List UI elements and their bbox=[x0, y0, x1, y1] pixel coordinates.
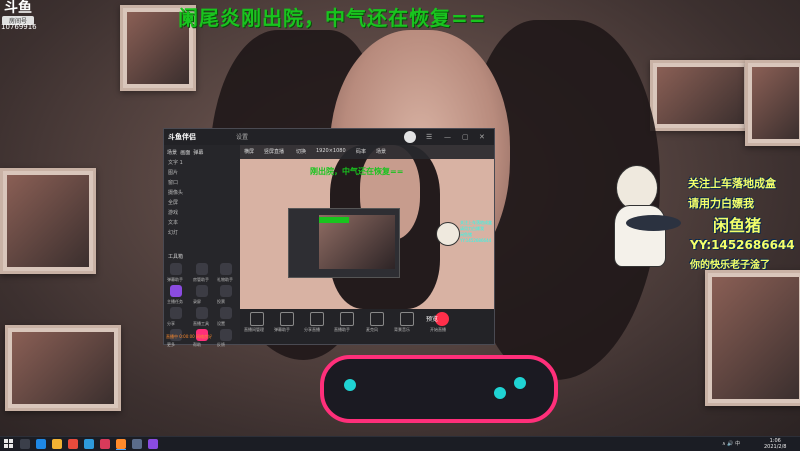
wall-frame bbox=[0, 168, 96, 274]
bottom-tool-icon[interactable] bbox=[250, 312, 264, 326]
source-item[interactable]: 文字 1 bbox=[168, 159, 183, 166]
app-titlebar: 斗鱼伴侣 设置 ☰ — ▢ ✕ bbox=[164, 129, 494, 145]
nested-sticker bbox=[436, 222, 460, 246]
toolbar-item[interactable]: 竖屏直播 bbox=[264, 148, 284, 155]
maximize-icon[interactable]: ▢ bbox=[462, 133, 470, 141]
browser-icon[interactable] bbox=[36, 439, 46, 449]
bottom-tool-icon[interactable] bbox=[310, 312, 324, 326]
nested-title-bar bbox=[319, 217, 349, 223]
source-item[interactable]: 图片 bbox=[168, 169, 178, 176]
game-controller bbox=[320, 355, 558, 423]
stream-app-icon[interactable] bbox=[116, 439, 126, 449]
tool-button[interactable] bbox=[220, 307, 232, 319]
source-item[interactable]: 游戏 bbox=[168, 209, 178, 216]
start-icon[interactable] bbox=[4, 439, 13, 448]
sticker-fish bbox=[626, 215, 681, 231]
settings-badge[interactable]: 设置 bbox=[236, 132, 248, 141]
promo-yy: YY:1452686644 bbox=[690, 238, 795, 252]
wall-frame bbox=[650, 60, 751, 131]
tab-danmu[interactable]: 弹幕 bbox=[193, 150, 203, 156]
microphone-icon[interactable] bbox=[370, 312, 384, 326]
bottom-tool-icon[interactable] bbox=[340, 312, 354, 326]
preview-label: 预览 bbox=[426, 316, 439, 323]
source-item[interactable]: 文本 bbox=[168, 219, 178, 226]
sidebar-tabs: 场景 画面 弹幕 bbox=[167, 149, 203, 156]
folder-icon[interactable] bbox=[52, 439, 62, 449]
avatar[interactable] bbox=[404, 131, 416, 143]
tool-button[interactable] bbox=[170, 307, 182, 319]
tool-button[interactable] bbox=[196, 285, 208, 297]
clock[interactable]: 1:06 2021/2/8 bbox=[764, 438, 786, 450]
bottom-tool-icon[interactable] bbox=[280, 312, 294, 326]
stream-title-overlay: 阑尾炎刚出院，中气还在恢复== bbox=[178, 6, 487, 30]
promo-line-1: 关注上车落地成盒 bbox=[688, 177, 776, 190]
status-text: 直播中 0:00:00 网络良好 bbox=[166, 334, 212, 339]
menu-icon[interactable]: ☰ bbox=[426, 133, 434, 141]
preview-toolbar: 横屏 竖屏直播 切换 1920×1080 码率 场景 bbox=[240, 145, 494, 159]
wall-frame bbox=[705, 270, 800, 406]
app-name: 斗鱼伴侣 bbox=[168, 133, 196, 141]
tab-scene[interactable]: 场景 bbox=[167, 150, 177, 156]
toolbar-item[interactable]: 码率 bbox=[356, 148, 366, 155]
source-item[interactable]: 窗口 bbox=[168, 179, 178, 186]
search-icon[interactable] bbox=[20, 439, 30, 449]
sidebar: 场景 画面 弹幕 文字 1 图片 窗口 摄像头 全屏 游戏 文本 幻灯 工具箱 … bbox=[164, 145, 240, 347]
toolbar-item[interactable]: 切换 bbox=[296, 148, 306, 155]
source-item[interactable]: 摄像头 bbox=[168, 189, 183, 196]
tools-title: 工具箱 bbox=[168, 254, 184, 260]
source-item[interactable]: 全屏 bbox=[168, 199, 178, 206]
tool-button[interactable] bbox=[196, 307, 208, 319]
promo-line-2: 请用力白嫖我 bbox=[688, 197, 754, 210]
promo-name: 闲鱼猪 bbox=[713, 216, 762, 235]
toolbar-item[interactable]: 横屏 bbox=[244, 148, 254, 155]
wall-frame bbox=[5, 325, 121, 411]
toolbar-item[interactable]: 场景 bbox=[376, 148, 386, 155]
tool-button[interactable] bbox=[196, 263, 208, 275]
tab-view[interactable]: 画面 bbox=[180, 150, 190, 156]
source-item[interactable]: 幻灯 bbox=[168, 229, 178, 236]
toolbar-item[interactable]: 1920×1080 bbox=[316, 148, 346, 154]
taskbar: ∧ 🔊 中 1:06 2021/2/8 bbox=[0, 436, 800, 451]
promo-line-5: 你的快乐老子淦了 bbox=[690, 260, 770, 271]
tool-button[interactable] bbox=[220, 285, 232, 297]
music-app-icon[interactable] bbox=[100, 439, 110, 449]
wall-frame bbox=[745, 60, 800, 146]
system-tray[interactable]: ∧ 🔊 中 bbox=[722, 440, 740, 447]
preview-subtitle: 刚出院，中气还在恢复== bbox=[310, 167, 404, 176]
tool-button[interactable] bbox=[170, 263, 182, 275]
nested-promo-text: 关注上车落地成盒 请用力白嫖我 闲鱼猪 YY:1452686644 bbox=[460, 220, 492, 243]
steam-icon[interactable] bbox=[132, 439, 142, 449]
fish-sticker bbox=[604, 165, 684, 275]
tool-button[interactable] bbox=[220, 329, 232, 341]
tool-button[interactable] bbox=[220, 263, 232, 275]
tool-button[interactable] bbox=[170, 285, 182, 297]
minimize-icon[interactable]: — bbox=[444, 133, 452, 141]
store-icon[interactable] bbox=[84, 439, 94, 449]
game-icon[interactable] bbox=[148, 439, 158, 449]
chrome-icon[interactable] bbox=[68, 439, 78, 449]
nested-preview-window bbox=[288, 208, 400, 278]
nested-preview-image bbox=[319, 215, 395, 269]
music-icon[interactable] bbox=[400, 312, 414, 326]
bottom-toolbar: 直播间管理 弹幕助手 分享直播 直播助手 麦克风 背景音乐 开始直播 bbox=[240, 309, 494, 344]
room-id: 10769916 bbox=[1, 23, 37, 31]
close-icon[interactable]: ✕ bbox=[479, 133, 487, 141]
